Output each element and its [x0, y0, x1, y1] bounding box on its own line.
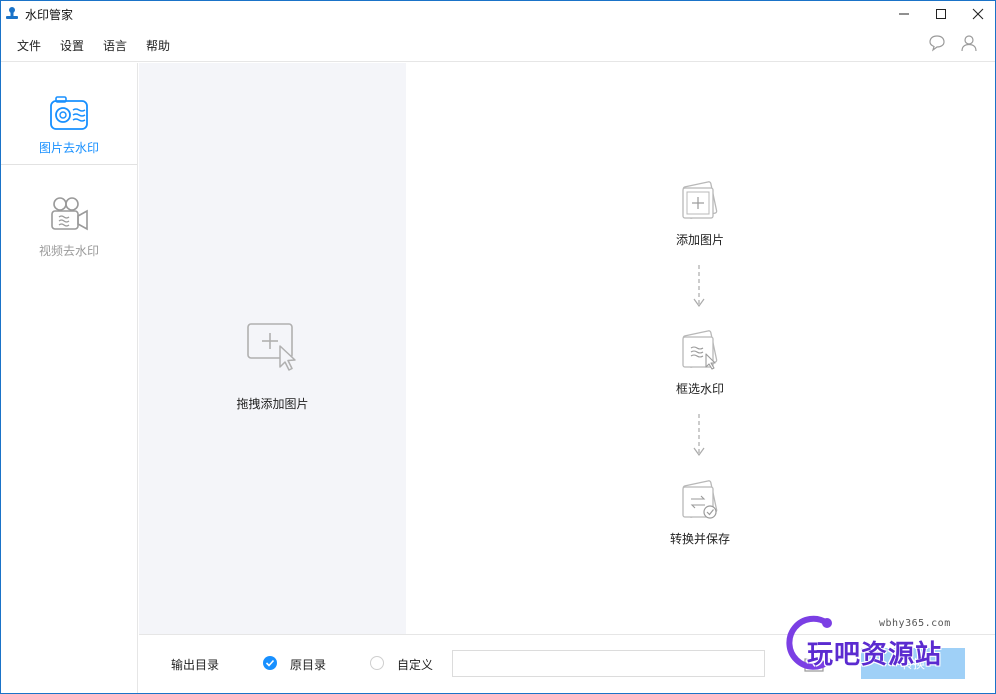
sidebar: 图片去水印 视频去水印	[1, 63, 138, 693]
down-arrow-icon	[693, 265, 705, 308]
photo-watermark-icon	[47, 93, 91, 133]
close-button[interactable]	[959, 1, 996, 26]
title-bar: 水印管家	[1, 1, 995, 26]
sidebar-item-video-watermark[interactable]: 视频去水印	[1, 166, 137, 268]
menu-file[interactable]: 文件	[17, 37, 41, 54]
add-image-cursor-icon	[245, 321, 299, 371]
add-picture-icon	[682, 181, 718, 219]
video-camera-icon	[47, 194, 91, 234]
convert-save-icon	[682, 480, 718, 519]
drop-zone[interactable]: 拖拽添加图片	[139, 63, 406, 634]
watermark-text: 玩吧资源站	[807, 640, 943, 670]
menu-settings[interactable]: 设置	[60, 37, 84, 54]
minimize-icon	[899, 13, 909, 14]
watermark-url: wbhy365.com	[879, 618, 951, 629]
menu-help[interactable]: 帮助	[146, 37, 170, 54]
app-logo-icon	[5, 6, 19, 20]
radio-custom-label[interactable]: 自定义	[397, 656, 433, 673]
step-add-image: 添加图片	[660, 179, 740, 248]
close-icon	[972, 8, 984, 19]
steps-panel: 添加图片 框选水印 转换并保存	[406, 63, 995, 634]
step-label: 转换并保存	[669, 532, 730, 546]
menu-language[interactable]: 语言	[103, 37, 127, 54]
radio-custom-directory[interactable]	[370, 656, 384, 670]
output-path-input[interactable]	[452, 650, 765, 677]
drop-zone-label: 拖拽添加图片	[236, 397, 309, 411]
minimize-button[interactable]	[885, 1, 923, 26]
app-window: 水印管家 文件 设置 语言 帮助 图片去水印 视频去水印 拖拽添加图片 添加图片…	[0, 0, 996, 694]
user-icon[interactable]	[959, 33, 979, 53]
output-directory-label: 输出目录	[171, 658, 220, 672]
select-watermark-icon	[682, 330, 718, 370]
sidebar-item-image-watermark[interactable]: 图片去水印	[1, 63, 137, 165]
maximize-button[interactable]	[922, 1, 960, 26]
sidebar-item-label: 视频去水印	[38, 244, 99, 258]
step-label: 添加图片	[675, 233, 724, 247]
radio-original-directory[interactable]	[263, 656, 277, 670]
radio-original-label[interactable]: 原目录	[290, 656, 326, 673]
step-label: 框选水印	[675, 382, 724, 396]
step-convert-save: 转换并保存	[660, 478, 740, 547]
step-select-watermark: 框选水印	[660, 328, 740, 397]
window-title: 水印管家	[25, 8, 74, 22]
sidebar-item-label: 图片去水印	[38, 141, 99, 155]
menu-bar: 文件 设置 语言 帮助	[1, 26, 995, 62]
down-arrow-icon	[693, 414, 705, 457]
check-icon	[265, 659, 275, 667]
maximize-icon	[936, 8, 946, 19]
chat-icon[interactable]	[927, 33, 947, 53]
